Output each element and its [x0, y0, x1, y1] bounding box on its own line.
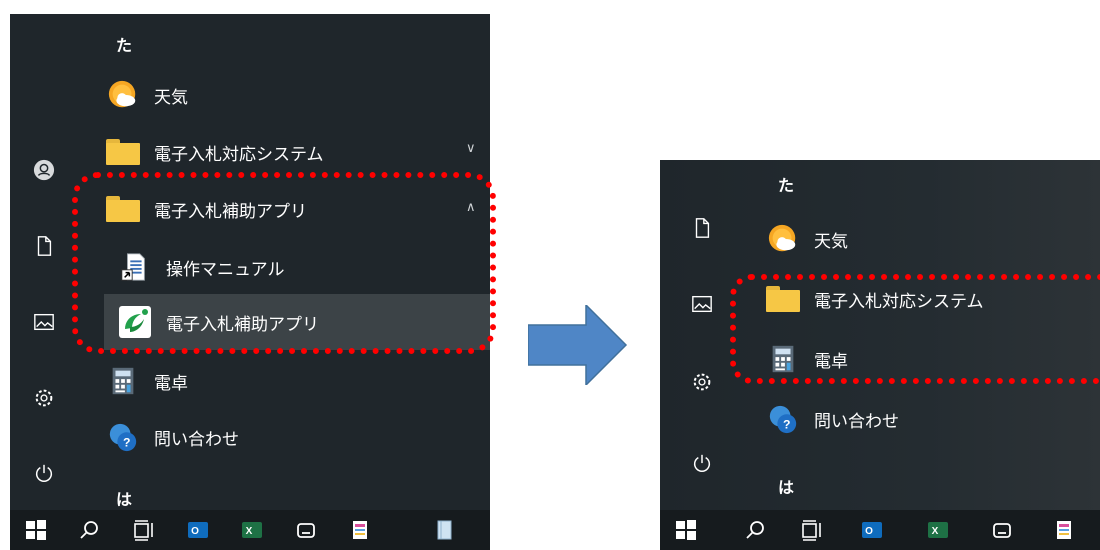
- excel-badge: X: [246, 526, 253, 537]
- search-icon[interactable]: [74, 514, 106, 546]
- help-icon: ?: [764, 400, 802, 438]
- start-icon[interactable]: [670, 514, 702, 546]
- app-label: 電卓: [154, 373, 188, 394]
- power-icon[interactable]: [686, 448, 718, 480]
- help-icon: ?: [104, 418, 142, 456]
- app-contact[interactable]: ? 問い合わせ: [764, 398, 1094, 440]
- folder-denshi-nyusatsu-system[interactable]: 電子入札対応システム: [104, 131, 484, 173]
- weather-icon: [764, 220, 802, 258]
- highlight-box-after: [730, 274, 1100, 384]
- settings-icon[interactable]: [686, 366, 718, 398]
- notepad-icon[interactable]: [1048, 514, 1080, 546]
- svg-text:?: ?: [123, 435, 130, 449]
- svg-text:?: ?: [783, 417, 790, 431]
- store-icon[interactable]: [290, 514, 322, 546]
- search-icon[interactable]: [740, 514, 772, 546]
- excel-icon[interactable]: X: [236, 514, 268, 546]
- pictures-icon[interactable]: [686, 288, 718, 320]
- task-view-icon[interactable]: [796, 514, 828, 546]
- app-label: 天気: [154, 87, 188, 108]
- app-label: 問い合わせ: [814, 411, 899, 432]
- start-icon[interactable]: [20, 514, 52, 546]
- app-label: 天気: [814, 231, 848, 252]
- taskbar: O X: [10, 510, 490, 550]
- highlight-box-before: [72, 172, 496, 354]
- settings-icon[interactable]: [28, 382, 60, 414]
- app-label: 問い合わせ: [154, 429, 239, 450]
- outlook-icon[interactable]: O: [182, 514, 214, 546]
- app-weather[interactable]: 天気: [764, 218, 1094, 260]
- section-header-ha: は: [116, 490, 133, 509]
- section-header-ta: た: [778, 176, 795, 195]
- store-icon[interactable]: [986, 514, 1018, 546]
- excel-badge: X: [932, 526, 939, 537]
- section-header-ha: は: [778, 478, 795, 497]
- section-header-ta: た: [116, 36, 133, 55]
- calculator-icon: [104, 362, 142, 400]
- app-calculator[interactable]: 電卓: [104, 360, 484, 402]
- tablet-icon[interactable]: [428, 514, 460, 546]
- pictures-icon[interactable]: [28, 306, 60, 338]
- document-icon[interactable]: [686, 212, 718, 244]
- weather-icon: [104, 76, 142, 114]
- document-icon[interactable]: [28, 230, 60, 262]
- app-contact[interactable]: ? 問い合わせ: [104, 416, 484, 458]
- excel-icon[interactable]: X: [922, 514, 954, 546]
- outlook-badge: O: [865, 526, 873, 537]
- outlook-badge: O: [191, 526, 199, 537]
- notepad-icon[interactable]: [344, 514, 376, 546]
- arrow-right-icon: [528, 305, 628, 385]
- chevron-down-icon[interactable]: ∨: [466, 141, 476, 156]
- folder-label: 電子入札対応システム: [154, 144, 324, 165]
- task-view-icon[interactable]: [128, 514, 160, 546]
- user-icon[interactable]: [28, 154, 60, 186]
- taskbar: O X: [660, 510, 1100, 550]
- outlook-icon[interactable]: O: [856, 514, 888, 546]
- folder-icon: [104, 133, 142, 171]
- power-icon[interactable]: [28, 458, 60, 490]
- app-weather[interactable]: 天気: [104, 74, 484, 116]
